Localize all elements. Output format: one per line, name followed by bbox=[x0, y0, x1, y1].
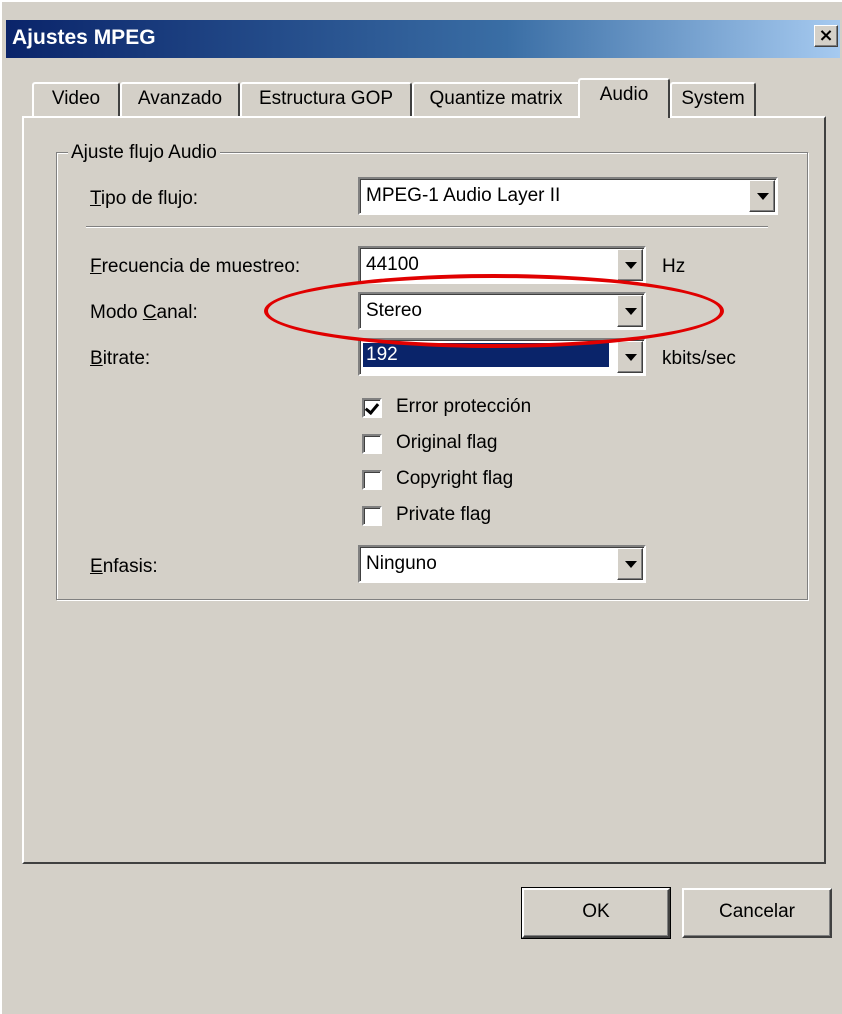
checkbox-icon[interactable] bbox=[362, 470, 382, 490]
ok-button-label: OK bbox=[582, 901, 610, 922]
stream-type-value: MPEG-1 Audio Layer II bbox=[366, 185, 561, 206]
tab-system[interactable]: System bbox=[670, 82, 756, 116]
close-button[interactable]: × bbox=[814, 25, 838, 47]
audio-stream-groupbox bbox=[56, 152, 808, 600]
stream-type-select[interactable]: MPEG-1 Audio Layer II bbox=[358, 177, 778, 215]
chevron-down-icon[interactable] bbox=[617, 249, 643, 281]
tab-quantize-matrix[interactable]: Quantize matrix bbox=[412, 82, 580, 116]
checkbox-checked-icon[interactable] bbox=[362, 398, 382, 418]
sample-rate-label: Frecuencia de muestreo: bbox=[90, 256, 301, 277]
tab-estructura-gop-label: Estructura GOP bbox=[258, 88, 394, 109]
bitrate-value: 192 bbox=[363, 343, 609, 367]
checkbox-icon[interactable] bbox=[362, 434, 382, 454]
chevron-down-icon[interactable] bbox=[749, 180, 775, 212]
sample-rate-select[interactable]: 44100 bbox=[358, 246, 646, 284]
original-flag-label: Original flag bbox=[396, 432, 498, 453]
channel-mode-select[interactable]: Stereo bbox=[358, 292, 646, 330]
tab-video-label: Video bbox=[51, 88, 101, 109]
checkbox-icon[interactable] bbox=[362, 506, 382, 526]
chevron-down-icon[interactable] bbox=[617, 341, 643, 373]
title-bar[interactable]: Ajustes MPEG × bbox=[6, 20, 840, 58]
sample-rate-value: 44100 bbox=[366, 254, 419, 275]
channel-mode-label: Modo Canal: bbox=[90, 302, 198, 323]
tab-system-label: System bbox=[681, 88, 745, 109]
copyright-flag-label: Copyright flag bbox=[396, 468, 514, 489]
groupbox-title: Ajuste flujo Audio bbox=[68, 142, 220, 164]
private-flag-label: Private flag bbox=[396, 504, 492, 525]
window-title: Ajustes MPEG bbox=[12, 26, 156, 49]
stream-type-label: Tipo de flujo: bbox=[90, 188, 199, 209]
ok-button[interactable]: OK bbox=[521, 887, 671, 939]
bitrate-unit: kbits/sec bbox=[662, 348, 736, 369]
separator bbox=[86, 226, 768, 228]
chevron-down-icon[interactable] bbox=[617, 548, 643, 580]
emphasis-value: Ninguno bbox=[366, 553, 437, 574]
tab-estructura-gop[interactable]: Estructura GOP bbox=[240, 82, 412, 116]
tab-avanzado-label: Avanzado bbox=[137, 88, 223, 109]
tab-audio[interactable]: Audio bbox=[578, 78, 670, 118]
tab-avanzado[interactable]: Avanzado bbox=[120, 82, 240, 116]
bitrate-label: Bitrate: bbox=[90, 348, 151, 369]
chevron-down-icon[interactable] bbox=[617, 295, 643, 327]
bitrate-select[interactable]: 192 bbox=[358, 338, 646, 376]
mpeg-settings-dialog: Ajustes MPEG × Video Avanzado Estructura… bbox=[0, 0, 842, 1014]
emphasis-label: Enfasis: bbox=[90, 556, 158, 577]
tab-video[interactable]: Video bbox=[32, 82, 120, 116]
tab-audio-label: Audio bbox=[599, 84, 649, 105]
sample-rate-unit: Hz bbox=[662, 256, 686, 277]
emphasis-select[interactable]: Ninguno bbox=[358, 545, 646, 583]
tab-quantize-matrix-label: Quantize matrix bbox=[429, 88, 563, 109]
cancel-button-label: Cancelar bbox=[718, 901, 796, 922]
channel-mode-value: Stereo bbox=[366, 300, 422, 321]
cancel-button[interactable]: Cancelar bbox=[682, 888, 832, 938]
close-icon: × bbox=[818, 25, 834, 46]
error-protection-label: Error protección bbox=[396, 396, 532, 417]
